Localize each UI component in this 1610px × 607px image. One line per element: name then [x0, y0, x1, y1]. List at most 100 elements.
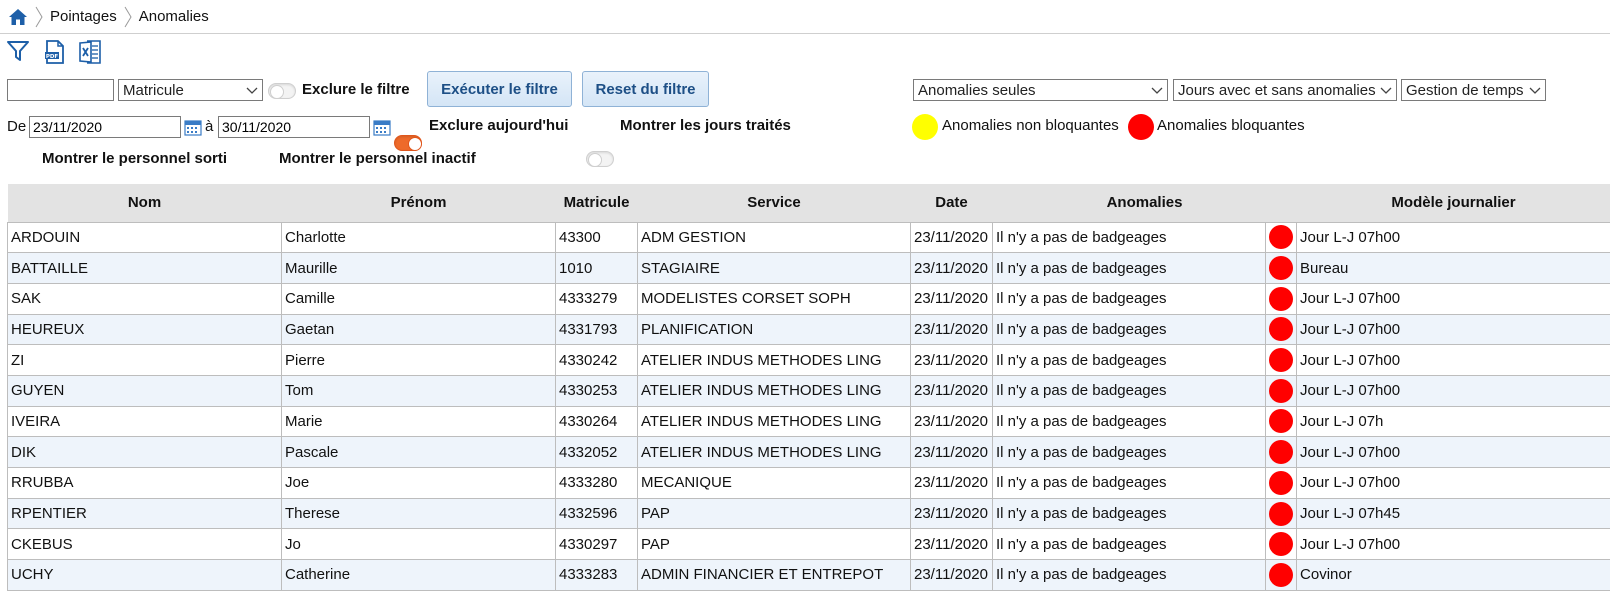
table-header-row: Nom Prénom Matricule Service Date Anomal… — [7, 184, 1610, 222]
from-label: De — [7, 118, 27, 135]
cell-nom: BATTAILLE — [7, 252, 282, 284]
table-row[interactable]: DIK Pascale 4332052 ATELIER INDUS METHODES … — [7, 436, 1610, 468]
breadcrumb-separator-icon — [35, 6, 43, 27]
non-blocking-dot — [912, 114, 938, 140]
table-row[interactable]: RPENTIER Therese 4332596 PAP 23/11/2020 Il n'… — [7, 497, 1610, 530]
filter-icon[interactable] — [6, 39, 32, 65]
cell-status — [1264, 528, 1298, 561]
pdf-icon[interactable]: PDF — [42, 39, 68, 65]
cell-nom: ZI — [7, 344, 282, 376]
table-row[interactable]: GUYEN Tom 4330253 ATELIER INDUS METHODES LI… — [7, 374, 1610, 407]
table-row[interactable]: ZI Pierre 4330242 ATELIER INDUS METHODES LI… — [7, 344, 1610, 376]
cell-status — [1264, 559, 1298, 591]
show-treated-toggle[interactable] — [586, 151, 614, 167]
blocking-label: Anomalies bloquantes — [1157, 117, 1305, 134]
to-date-input[interactable] — [218, 116, 370, 138]
filter-text-input[interactable] — [7, 79, 114, 101]
chevron-down-icon — [1380, 87, 1392, 94]
cell-matricule: 4332052 — [555, 436, 638, 468]
cell-anomalie: Il n'y a pas de badgeages — [992, 436, 1266, 468]
calendar-icon[interactable] — [184, 118, 202, 136]
breadcrumb-anomalies: Anomalies — [138, 8, 209, 25]
cell-date: 23/11/2020 — [910, 313, 993, 346]
header-anomalies[interactable]: Anomalies — [992, 184, 1297, 222]
excel-icon[interactable] — [78, 39, 104, 65]
cell-service: ATELIER INDUS METHODES LING — [637, 344, 911, 376]
cell-service: STAGIAIRE — [637, 252, 911, 284]
anomaly-mode-select[interactable]: Anomalies seules — [913, 79, 1168, 101]
show-left-label: Montrer le personnel sorti — [42, 150, 228, 167]
module-select-value: Gestion de temps — [1406, 81, 1524, 99]
table-row[interactable]: SAK Camille 4333279 MODELISTES CORSET SOPH 2… — [7, 282, 1610, 315]
table-row[interactable]: RRUBBA Joe 4333280 MECANIQUE 23/11/2020 Il n'… — [7, 467, 1610, 499]
cell-anomalie: Il n'y a pas de badgeages — [992, 252, 1266, 284]
reset-filter-button[interactable]: Reset du filtre — [582, 71, 709, 107]
exclude-today-toggle[interactable] — [394, 135, 422, 151]
cell-date: 23/11/2020 — [910, 405, 993, 438]
cell-matricule: 4333283 — [555, 559, 638, 591]
table-row[interactable]: HEUREUX Gaetan 4331793 PLANIFICATION 23/11/2… — [7, 313, 1610, 346]
cell-modele: Jour L-J 07h — [1296, 405, 1610, 438]
cell-prenom: Jo — [281, 528, 556, 561]
header-nom[interactable]: Nom — [7, 184, 282, 222]
chevron-down-icon — [1151, 87, 1163, 94]
cell-status — [1264, 405, 1298, 438]
cell-service: MECANIQUE — [637, 467, 911, 499]
cell-modele: Jour L-J 07h00 — [1296, 436, 1610, 468]
days-select[interactable]: Jours avec et sans anomalies — [1173, 79, 1397, 101]
cell-service: PLANIFICATION — [637, 313, 911, 346]
cell-matricule: 4333280 — [555, 467, 638, 499]
breadcrumb: Pointages Anomalies — [0, 0, 1610, 34]
cell-matricule: 1010 — [555, 252, 638, 284]
cell-date: 23/11/2020 — [910, 528, 993, 561]
header-prenom[interactable]: Prénom — [281, 184, 556, 222]
table-row[interactable]: UCHY Catherine 4333283 ADMIN FINANCIER ET E… — [7, 559, 1610, 591]
cell-modele: Jour L-J 07h00 — [1296, 282, 1610, 315]
cell-service: ATELIER INDUS METHODES LING — [637, 436, 911, 468]
cell-matricule: 4330264 — [555, 405, 638, 438]
toolbar: PDF — [6, 38, 104, 66]
header-date[interactable]: Date — [910, 184, 993, 222]
cell-nom: RPENTIER — [7, 497, 282, 530]
module-select[interactable]: Gestion de temps — [1401, 79, 1546, 101]
cell-prenom: Charlotte — [281, 221, 556, 254]
chevron-down-icon — [1529, 87, 1541, 94]
calendar-icon[interactable] — [373, 118, 391, 136]
exclude-filter-label: Exclure le filtre — [302, 81, 410, 98]
cell-date: 23/11/2020 — [910, 221, 993, 254]
table-row[interactable]: BATTAILLE Maurille 1010 STAGIAIRE 23/11/2020… — [7, 252, 1610, 284]
exclude-filter-toggle[interactable] — [268, 83, 296, 99]
cell-date: 23/11/2020 — [910, 344, 993, 376]
run-filter-button[interactable]: Exécuter le filtre — [427, 71, 572, 107]
show-inactive-label: Montrer le personnel inactif — [279, 150, 476, 167]
cell-matricule: 4330242 — [555, 344, 638, 376]
blocking-anomaly-dot — [1269, 532, 1293, 557]
breadcrumb-pointages[interactable]: Pointages — [50, 8, 117, 25]
cell-anomalie: Il n'y a pas de badgeages — [992, 344, 1266, 376]
blocking-anomaly-dot — [1269, 286, 1293, 311]
cell-nom: UCHY — [7, 559, 282, 591]
cell-status — [1264, 282, 1298, 315]
table-row[interactable]: IVEIRA Marie 4330264 ATELIER INDUS METHODES… — [7, 405, 1610, 438]
from-date-input[interactable] — [29, 116, 181, 138]
days-select-value: Jours avec et sans anomalies — [1178, 81, 1376, 99]
header-service[interactable]: Service — [637, 184, 911, 222]
cell-nom: DIK — [7, 436, 282, 468]
header-matricule[interactable]: Matricule — [555, 184, 638, 222]
blocking-anomaly-dot — [1269, 378, 1293, 403]
home-icon[interactable] — [8, 7, 28, 27]
header-modele[interactable]: Modèle journalier — [1296, 184, 1610, 222]
anomaly-mode-select-value: Anomalies seules — [918, 81, 1036, 99]
cell-anomalie: Il n'y a pas de badgeages — [992, 282, 1266, 315]
cell-prenom: Pierre — [281, 344, 556, 376]
cell-status — [1264, 252, 1298, 284]
table-row[interactable]: CKEBUS Jo 4330297 PAP 23/11/2020 Il n'y a pas… — [7, 528, 1610, 561]
cell-prenom: Catherine — [281, 559, 556, 591]
cell-matricule: 4330253 — [555, 374, 638, 407]
cell-date: 23/11/2020 — [910, 497, 993, 530]
cell-modele: Jour L-J 07h45 — [1296, 497, 1610, 530]
cell-nom: GUYEN — [7, 374, 282, 407]
filter-field-select[interactable]: Matricule — [118, 79, 263, 101]
blocking-dot — [1128, 114, 1154, 140]
table-row[interactable]: ARDOUIN Charlotte 43300 ADM GESTION 23/11/20… — [7, 221, 1610, 254]
